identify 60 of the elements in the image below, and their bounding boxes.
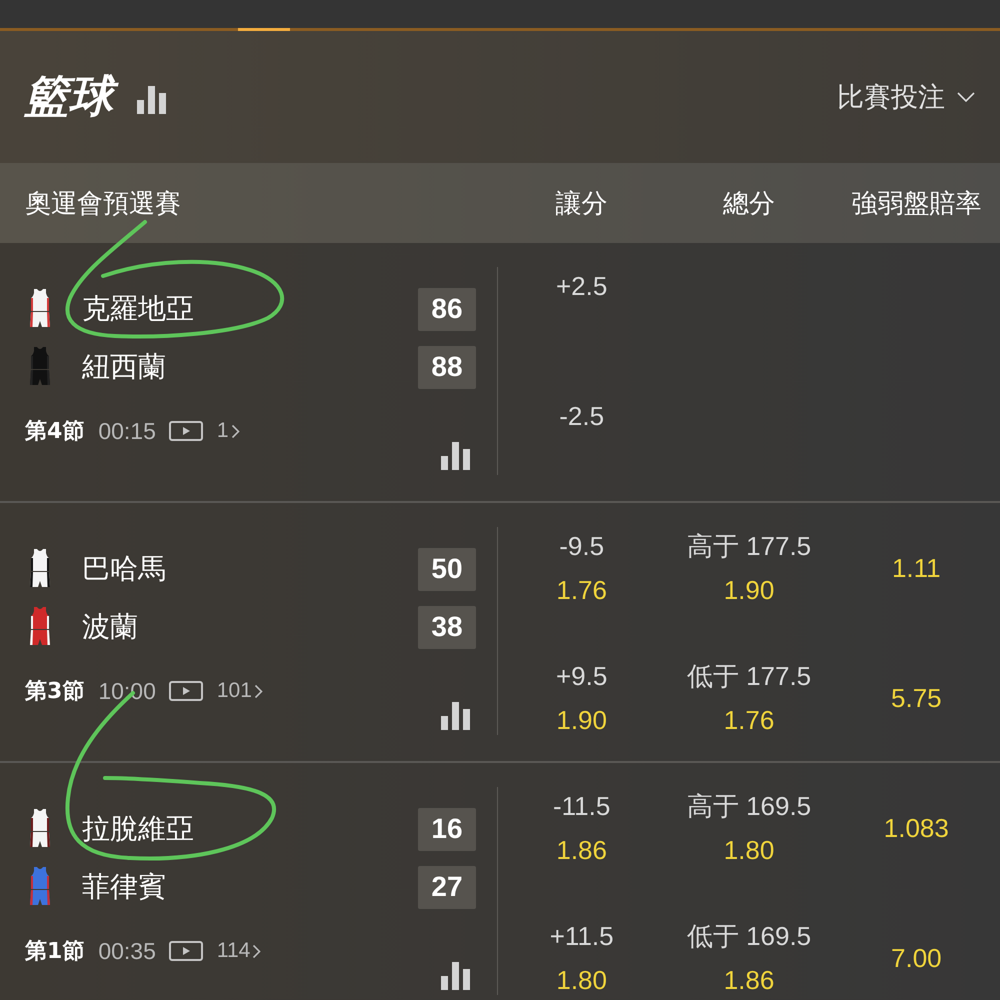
odds-value[interactable]: 1.76 bbox=[724, 705, 774, 735]
odds-value[interactable]: 1.80 bbox=[556, 965, 607, 995]
team-score: 16 bbox=[418, 808, 476, 850]
handicap-line: +11.5 bbox=[550, 921, 614, 951]
team-name: 克羅地亞 bbox=[82, 291, 194, 327]
odds-value[interactable]: 1.86 bbox=[556, 835, 607, 865]
column-heading: 總分 bbox=[722, 188, 775, 220]
chevron-right-icon bbox=[230, 424, 240, 438]
team-name: 拉脫維亞 bbox=[82, 811, 194, 847]
odds-value[interactable]: 1.11 bbox=[892, 553, 941, 583]
total-line: 高于 177.5 bbox=[686, 531, 812, 561]
team-name: 紐西蘭 bbox=[82, 349, 166, 385]
team-score: 38 bbox=[418, 606, 476, 648]
chevron-down-icon bbox=[957, 92, 975, 102]
odds-value[interactable]: 1.90 bbox=[724, 575, 774, 605]
team-score: 88 bbox=[418, 346, 476, 388]
team-score: 27 bbox=[418, 866, 476, 908]
handicap-line: +9.5 bbox=[556, 661, 608, 691]
play-icon[interactable] bbox=[168, 421, 203, 441]
total-line: 低于 169.5 bbox=[686, 921, 812, 951]
column-heading: 讓分 bbox=[556, 188, 608, 220]
bar-chart-icon[interactable] bbox=[441, 962, 470, 990]
more-markets-link[interactable]: 101 bbox=[216, 679, 263, 703]
play-icon[interactable] bbox=[168, 681, 203, 701]
game-period: 第1節 bbox=[25, 938, 84, 966]
column-heading: 強弱盤賠率 bbox=[851, 188, 982, 220]
odds-value[interactable]: 1.76 bbox=[556, 575, 607, 605]
game-clock: 00:35 bbox=[98, 938, 156, 964]
bar-chart-icon[interactable] bbox=[441, 702, 470, 730]
handicap-line: -9.5 bbox=[559, 531, 604, 561]
team-score: 50 bbox=[418, 548, 476, 590]
league-title: 奧運會預選賽 bbox=[24, 188, 182, 220]
bar-chart-icon[interactable] bbox=[441, 442, 470, 470]
chevron-right-icon bbox=[254, 684, 263, 698]
odds-value[interactable]: 5.75 bbox=[891, 683, 942, 713]
odds-value[interactable]: 1.86 bbox=[724, 965, 774, 995]
play-icon[interactable] bbox=[168, 941, 203, 961]
sport-title: 籃球 bbox=[22, 67, 121, 127]
chevron-right-icon bbox=[252, 944, 262, 958]
odds-value[interactable]: 7.00 bbox=[891, 943, 942, 973]
game-clock: 10:00 bbox=[98, 678, 156, 704]
more-markets-link[interactable]: 114 bbox=[216, 939, 262, 963]
handicap-line: +2.5 bbox=[556, 271, 608, 301]
odds-value[interactable]: 1.083 bbox=[884, 813, 949, 843]
team-score: 86 bbox=[418, 288, 476, 330]
more-markets-link[interactable]: 1 bbox=[216, 419, 240, 443]
game-period: 第4節 bbox=[25, 418, 84, 446]
market-dropdown[interactable]: 比賽投注 bbox=[837, 79, 975, 115]
total-line: 低于 177.5 bbox=[686, 661, 812, 691]
odds-value[interactable]: 1.90 bbox=[556, 705, 607, 735]
team-name: 菲律賓 bbox=[82, 869, 166, 905]
handicap-line: -11.5 bbox=[552, 791, 610, 821]
handicap-line: -2.5 bbox=[559, 401, 604, 431]
total-line: 高于 169.5 bbox=[686, 791, 812, 821]
odds-value[interactable]: 1.80 bbox=[724, 835, 774, 865]
bar-chart-icon[interactable] bbox=[137, 86, 166, 114]
team-name: 波蘭 bbox=[82, 609, 138, 645]
game-clock: 00:15 bbox=[98, 418, 156, 444]
game-period: 第3節 bbox=[25, 678, 84, 706]
team-name: 巴哈馬 bbox=[82, 551, 166, 587]
